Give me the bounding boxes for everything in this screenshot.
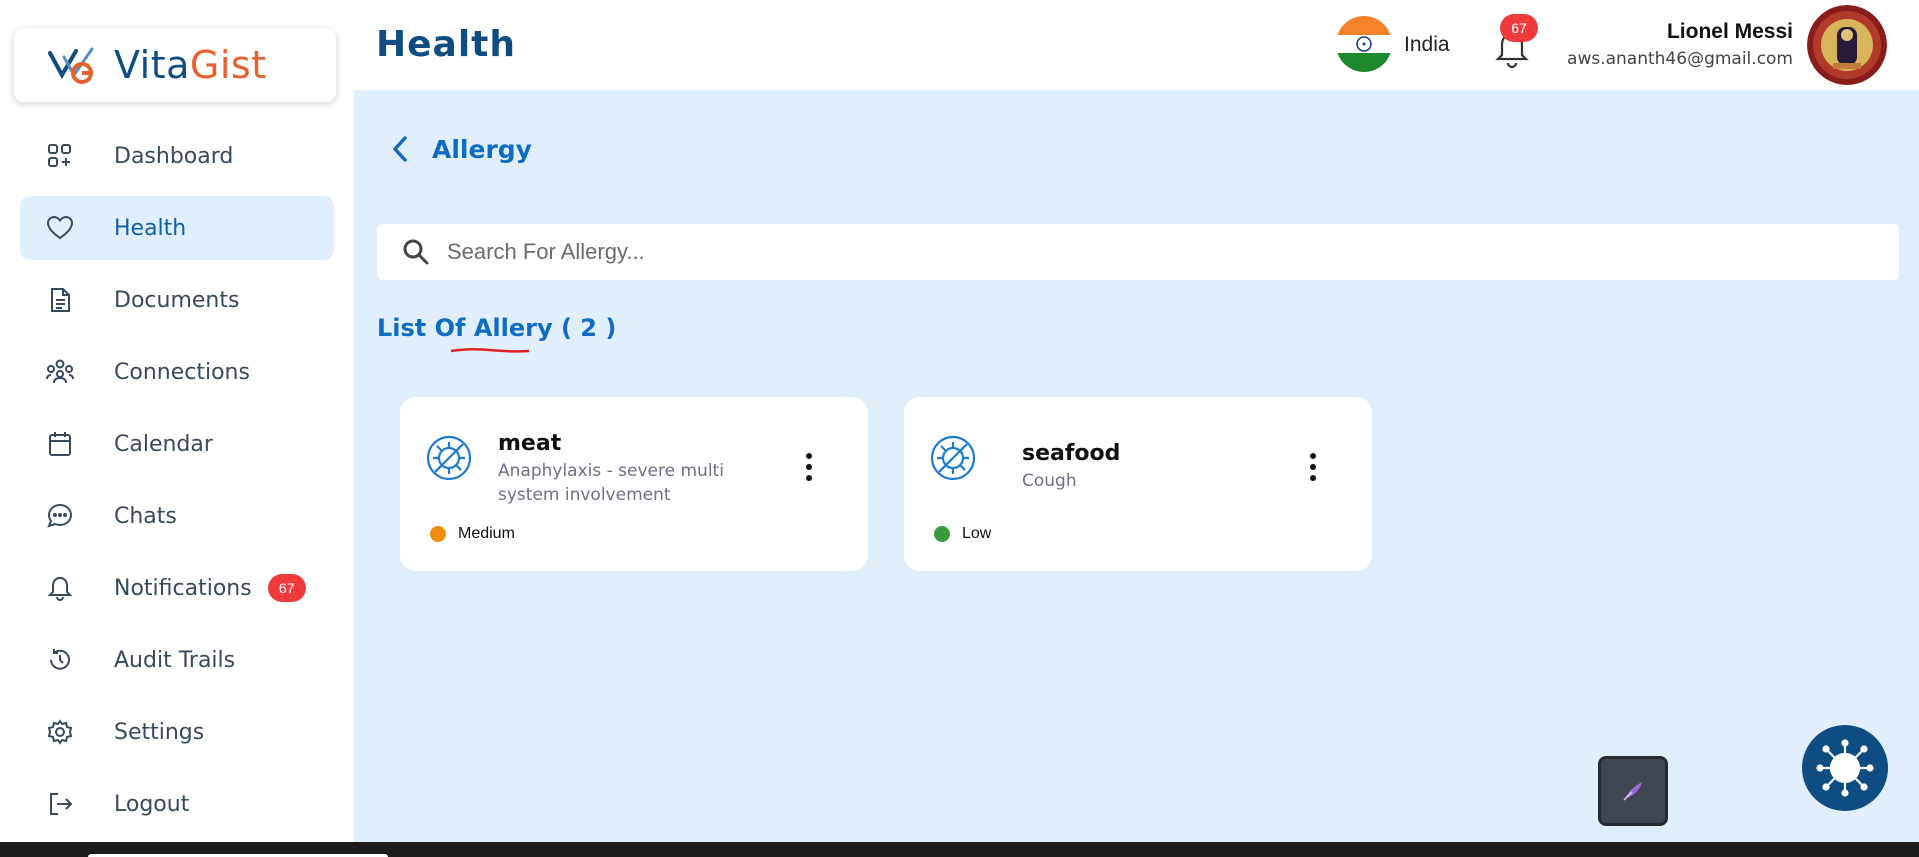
bell-icon — [46, 574, 74, 602]
sidebar-item-label: Calendar — [114, 431, 213, 457]
allergy-description: Cough — [1022, 471, 1077, 491]
user-avatar[interactable] — [1807, 5, 1887, 85]
allergen-virus-icon — [426, 435, 472, 481]
sidebar-item-chats[interactable]: Chats — [20, 484, 334, 548]
os-taskbar — [0, 842, 1919, 857]
feather-pen-icon — [1623, 782, 1642, 801]
dashboard-icon — [46, 142, 74, 170]
allergy-card[interactable]: meat Anaphylaxis - severe multi system i… — [400, 397, 868, 571]
history-icon — [46, 646, 74, 674]
connections-icon — [46, 358, 74, 386]
sidebar-item-calendar[interactable]: Calendar — [20, 412, 334, 476]
severity-indicator: Medium — [430, 525, 515, 543]
sidebar-item-label: Audit Trails — [114, 647, 236, 673]
gear-icon — [46, 718, 74, 746]
brand-logo[interactable]: VitaGist — [14, 28, 336, 102]
severity-label: Medium — [458, 525, 515, 542]
sidebar-item-label: Settings — [114, 719, 205, 745]
allergy-name: meat — [498, 431, 562, 456]
sidebar-item-health[interactable]: Health — [20, 196, 334, 260]
sidebar: VitaGist Dashboard Health Documents Conn… — [0, 0, 354, 842]
sidebar-item-dashboard[interactable]: Dashboard — [20, 124, 334, 188]
sidebar-item-notifications[interactable]: Notifications 67 — [20, 556, 334, 620]
sidebar-item-label: Chats — [114, 503, 177, 529]
heart-icon — [46, 214, 74, 242]
search-input[interactable] — [447, 239, 1847, 265]
brand-name: VitaGist — [114, 43, 267, 87]
allergen-virus-icon — [930, 435, 976, 481]
sidebar-item-logout[interactable]: Logout — [20, 772, 334, 836]
sidebar-nav: Dashboard Health Documents Connections C… — [20, 124, 334, 844]
spellcheck-underline — [450, 347, 530, 353]
severity-indicator: Low — [934, 525, 991, 543]
main-content: Allergy List Of Allery ( 2 ) meat Anaphy… — [354, 90, 1919, 842]
sidebar-item-label: Health — [114, 215, 187, 241]
notifications-count-badge: 67 — [267, 574, 306, 602]
section-title: Allergy — [432, 134, 532, 164]
sidebar-item-settings[interactable]: Settings — [20, 700, 334, 764]
more-options-icon[interactable] — [804, 453, 814, 481]
notification-count-badge: 67 — [1500, 14, 1538, 42]
allergy-search-bar[interactable] — [377, 224, 1899, 280]
sidebar-item-connections[interactable]: Connections — [20, 340, 334, 404]
user-email: aws.ananth46@gmail.com — [1567, 49, 1793, 69]
vitagist-logo-icon — [48, 47, 94, 84]
allergy-name: seafood — [1022, 441, 1121, 466]
page-title: Health — [376, 24, 517, 65]
chevron-left-icon — [393, 136, 407, 162]
back-to-allergy-button[interactable]: Allergy — [390, 134, 532, 164]
sidebar-item-audit-trails[interactable]: Audit Trails — [20, 628, 334, 692]
sidebar-item-label: Notifications — [114, 575, 252, 601]
sidebar-item-label: Dashboard — [114, 143, 234, 169]
top-header: Health India 67 Lionel Messi aws.ananth4… — [354, 0, 1919, 90]
logout-icon — [46, 790, 74, 818]
sidebar-item-label: Logout — [114, 791, 190, 817]
allergy-description: Anaphylaxis - severe multi system involv… — [498, 461, 724, 505]
severity-label: Low — [962, 525, 992, 542]
network-hub-icon — [1816, 739, 1874, 797]
severity-dot — [430, 526, 446, 542]
sidebar-item-label: Documents — [114, 287, 240, 313]
assistant-network-button[interactable] — [1802, 725, 1888, 811]
country-label[interactable]: India — [1404, 33, 1450, 57]
user-name: Lionel Messi — [1666, 20, 1793, 43]
severity-dot — [934, 526, 950, 542]
quill-pen-button[interactable] — [1598, 756, 1668, 826]
allergy-list-title: List Of Allery ( 2 ) — [377, 314, 617, 342]
sidebar-item-documents[interactable]: Documents — [20, 268, 334, 332]
calendar-icon — [46, 430, 74, 458]
india-flag-icon[interactable] — [1336, 16, 1392, 72]
allergy-card[interactable]: seafood Cough Low — [904, 397, 1372, 571]
document-icon — [46, 286, 74, 314]
more-options-icon[interactable] — [1308, 453, 1318, 481]
search-icon — [403, 239, 429, 265]
chat-icon — [46, 502, 74, 530]
sidebar-item-label: Connections — [114, 359, 250, 385]
